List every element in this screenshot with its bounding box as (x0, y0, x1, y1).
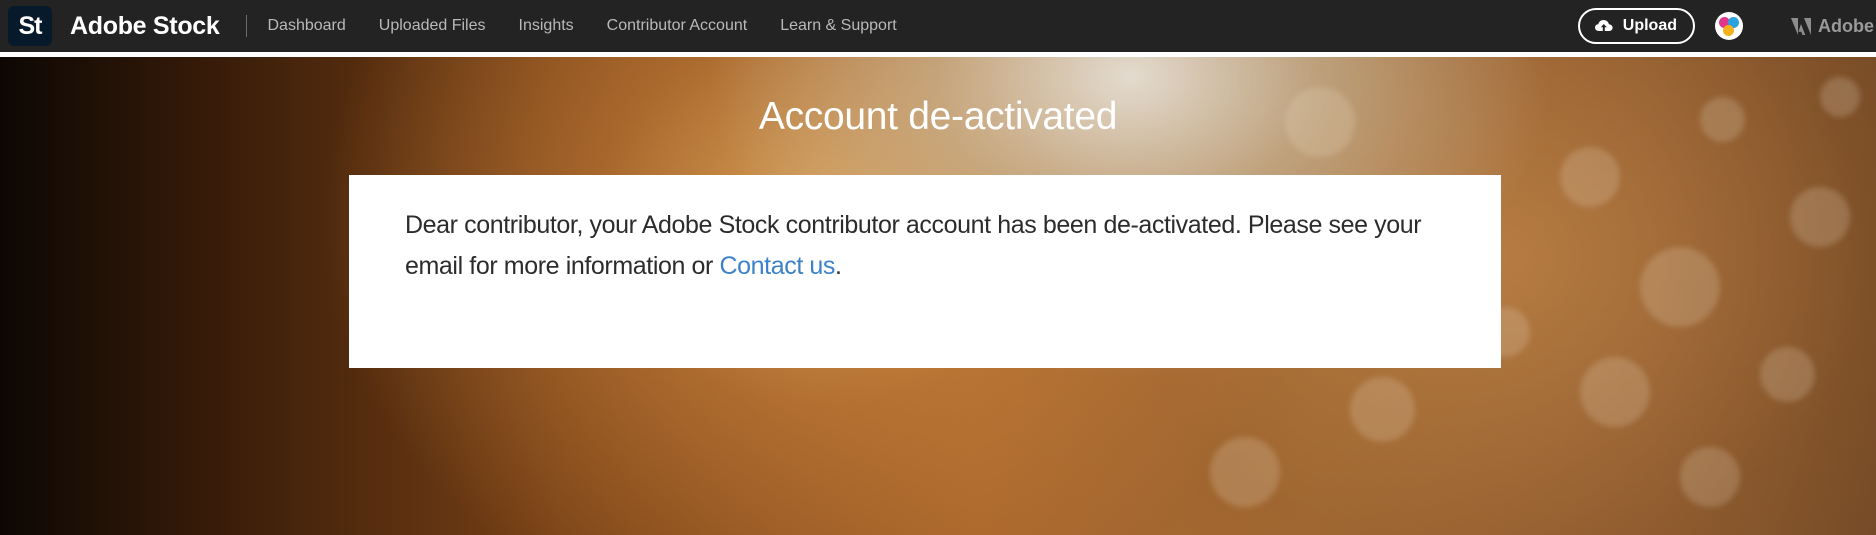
hero-background: Account de-activated Dear contributor, y… (0, 57, 1876, 535)
upload-label: Upload (1622, 17, 1677, 34)
adobe-link[interactable]: Adobe (1791, 16, 1876, 37)
nav-uploaded-files[interactable]: Uploaded Files (379, 17, 486, 35)
bokeh-light (1760, 347, 1815, 402)
message-text: Dear contributor, your Adobe Stock contr… (405, 211, 1422, 280)
nav-insights[interactable]: Insights (519, 17, 574, 35)
nav-dashboard[interactable]: Dashboard (268, 17, 346, 35)
cloud-upload-icon (1594, 20, 1613, 31)
bokeh-light (1640, 247, 1720, 327)
avatar-dot-yellow (1723, 25, 1734, 36)
adobe-logo-icon (1791, 17, 1811, 35)
brand-name: Adobe Stock (70, 11, 220, 40)
bokeh-light (1580, 357, 1650, 427)
nav-contributor-account[interactable]: Contributor Account (607, 17, 748, 35)
user-avatar[interactable] (1715, 12, 1743, 40)
upload-button[interactable]: Upload (1577, 8, 1695, 44)
bokeh-light (1350, 377, 1415, 442)
deactivation-message: Dear contributor, your Adobe Stock contr… (405, 205, 1445, 287)
page-title: Account de-activated (758, 95, 1118, 138)
adobe-label: Adobe (1818, 15, 1874, 36)
top-navigation-bar: St Adobe Stock Dashboard Uploaded Files … (0, 0, 1876, 52)
contact-us-link[interactable]: Contact us (720, 252, 836, 280)
header-divider (245, 15, 247, 37)
adobe-stock-logo: St (8, 6, 52, 46)
bokeh-light (1210, 437, 1280, 507)
message-card: Dear contributor, your Adobe Stock contr… (349, 175, 1501, 368)
brand-home-link[interactable]: St Adobe Stock (0, 0, 220, 52)
bokeh-light (1790, 187, 1850, 247)
main-nav: Dashboard Uploaded Files Insights Contri… (268, 17, 930, 35)
nav-learn-support[interactable]: Learn & Support (780, 17, 897, 35)
message-suffix: . (835, 252, 842, 280)
bokeh-light (1680, 447, 1740, 507)
bokeh-light (1560, 147, 1620, 207)
